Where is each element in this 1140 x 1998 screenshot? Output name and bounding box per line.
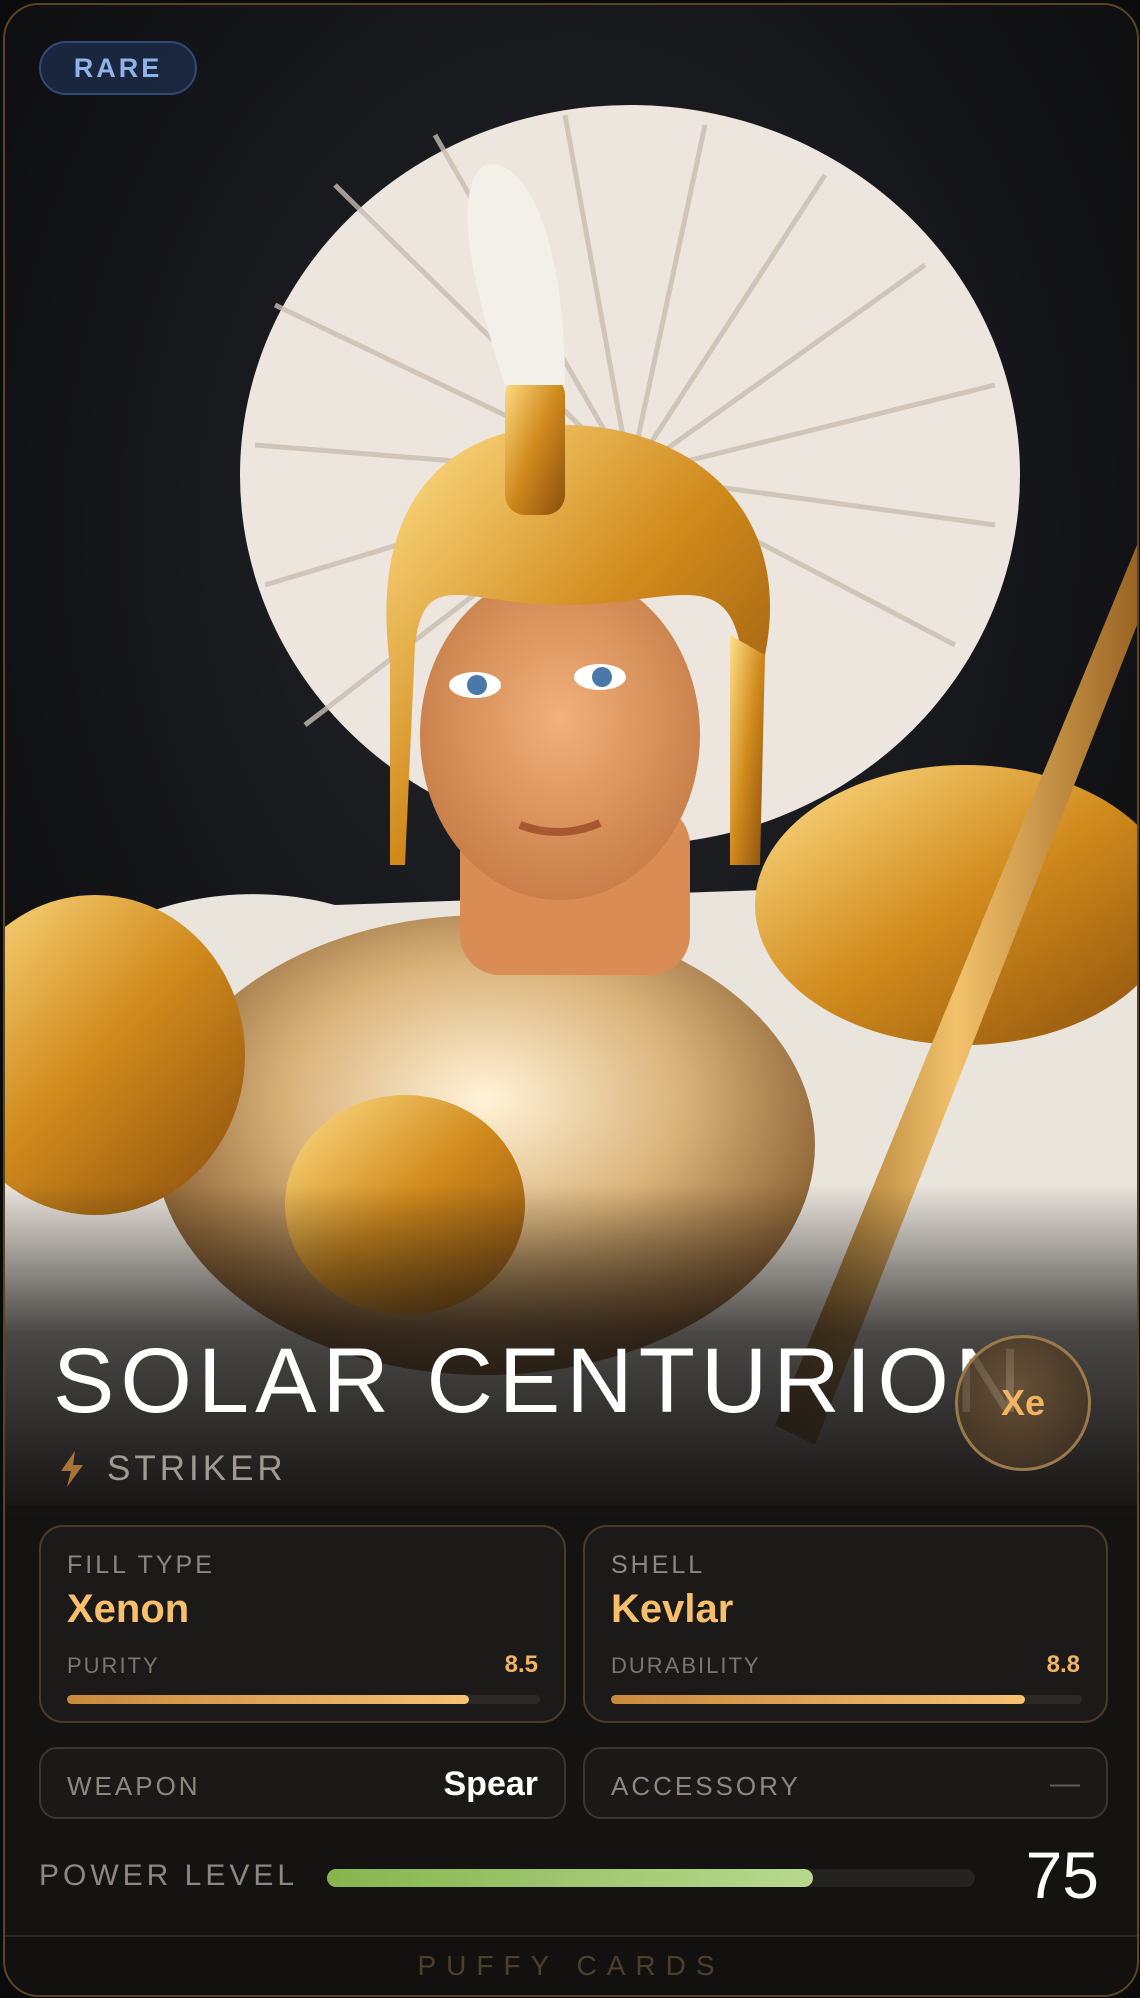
- lightning-bolt-icon: [61, 1451, 83, 1487]
- purity-bar-fill: [67, 1695, 470, 1704]
- role-line: STRIKER: [59, 1449, 287, 1489]
- character-card[interactable]: RARE SOLAR CENTURION Xe STRIKER FILL TYP…: [3, 3, 1139, 1997]
- weapon-slot[interactable]: WEAPON Spear: [39, 1747, 566, 1819]
- card-footer: PUFFY CARDS: [5, 1935, 1137, 1995]
- purity-value: 8.5: [504, 1651, 538, 1678]
- power-level-label: POWER LEVEL: [39, 1859, 299, 1892]
- power-level-value: 75: [1025, 1838, 1099, 1912]
- durability-bar-fill: [611, 1695, 1026, 1704]
- durability-label: DURABILITY: [611, 1653, 761, 1678]
- power-level-fill: [327, 1869, 813, 1887]
- purity-bar-track: [67, 1695, 540, 1704]
- brand-label: PUFFY CARDS: [417, 1950, 725, 1981]
- durability-bar-track: [611, 1695, 1082, 1704]
- power-level-track: [327, 1869, 975, 1887]
- weapon-value: Spear: [443, 1765, 539, 1803]
- fill-type-value: Xenon: [67, 1587, 190, 1631]
- shell-value: Kevlar: [611, 1587, 734, 1631]
- role-label: STRIKER: [107, 1449, 287, 1488]
- weapon-label: WEAPON: [67, 1771, 201, 1801]
- shell-label: SHELL: [611, 1551, 706, 1579]
- fill-type-label: FILL TYPE: [67, 1551, 215, 1579]
- accessory-label: ACCESSORY: [611, 1771, 801, 1801]
- accessory-value: —: [1050, 1767, 1080, 1800]
- fill-type-panel[interactable]: FILL TYPE Xenon PURITY 8.5: [39, 1525, 566, 1723]
- element-badge[interactable]: Xe: [955, 1335, 1091, 1471]
- purity-label: PURITY: [67, 1653, 160, 1678]
- durability-value: 8.8: [1046, 1651, 1080, 1678]
- card-title: SOLAR CENTURION: [53, 1330, 1028, 1432]
- rarity-badge: RARE: [39, 41, 197, 95]
- shell-panel[interactable]: SHELL Kevlar DURABILITY 8.8: [583, 1525, 1108, 1723]
- accessory-slot[interactable]: ACCESSORY —: [583, 1747, 1108, 1819]
